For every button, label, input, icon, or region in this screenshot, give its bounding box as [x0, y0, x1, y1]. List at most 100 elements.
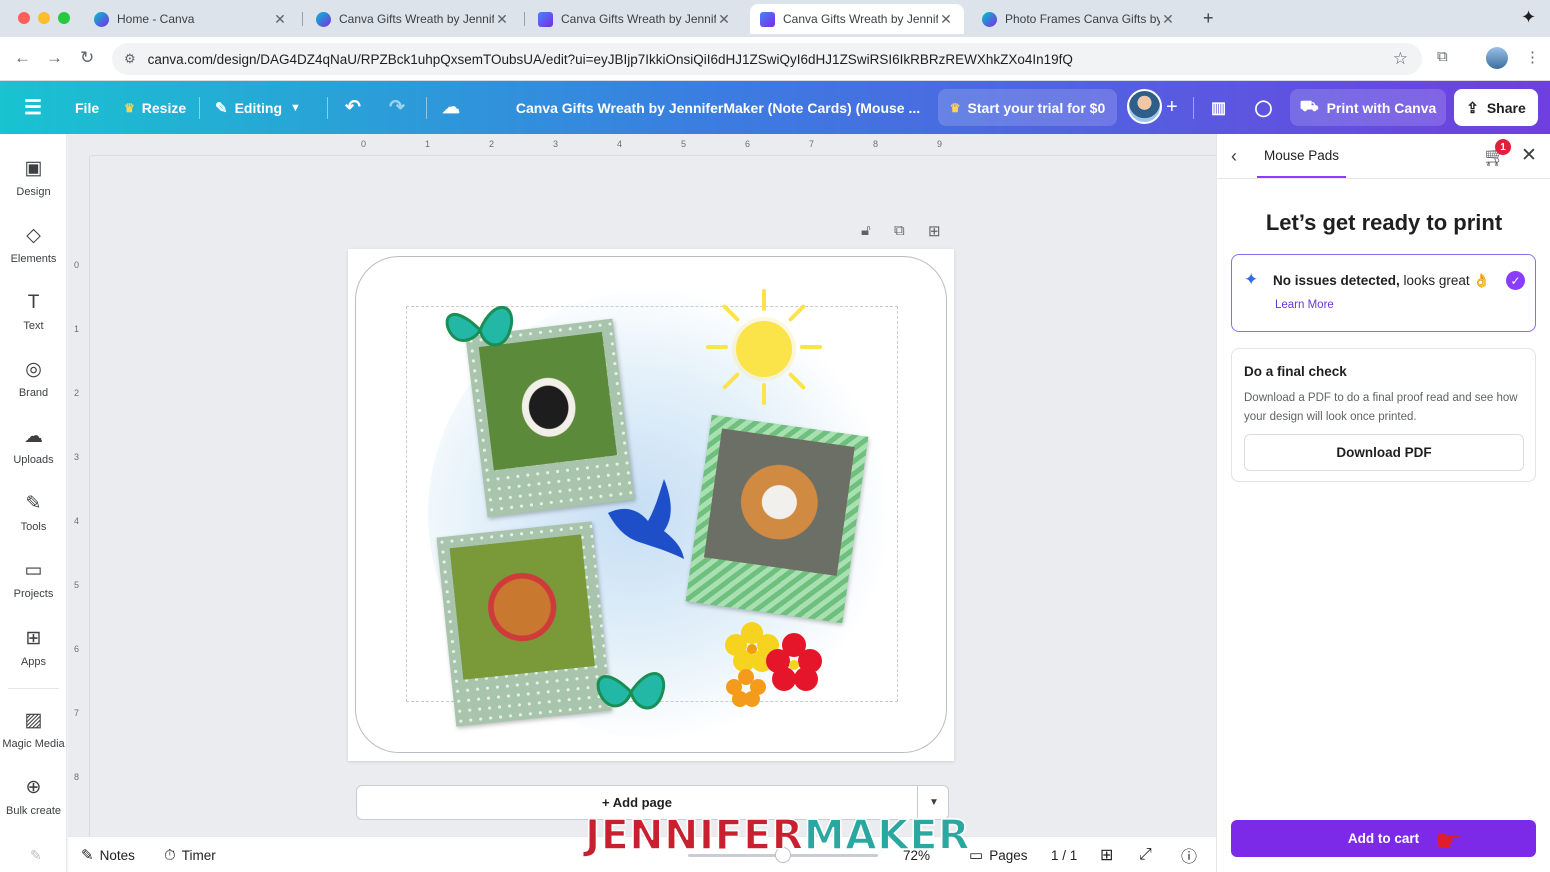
invite-button[interactable]: +: [1166, 81, 1178, 134]
gemini-sparkle-icon[interactable]: ✦: [1521, 7, 1536, 28]
save-status-button[interactable]: ☁: [442, 81, 460, 134]
browser-tab-photo-frames[interactable]: Photo Frames Canva Gifts by JenniferMake…: [972, 4, 1186, 34]
close-tab-icon[interactable]: ✕: [272, 11, 288, 28]
document-title[interactable]: Canva Gifts Wreath by JenniferMaker (Not…: [500, 81, 936, 134]
sun-ray: [800, 345, 822, 349]
trial-label: Start your trial for $0: [967, 99, 1106, 116]
notes-button[interactable]: ✎ Notes: [81, 837, 135, 872]
bird-icon[interactable]: [604, 477, 686, 563]
check-icon: ✓: [1506, 271, 1525, 290]
help-icon[interactable]: ⓘ: [1181, 837, 1197, 872]
sidebar-item-label: Projects: [13, 588, 54, 600]
file-menu-button[interactable]: File: [75, 81, 99, 134]
ruler-tick: 6: [745, 139, 751, 149]
url-omnibox[interactable]: ⚙ canva.com/design/DAG4DZ4qNaU/RPZBck1uh…: [112, 43, 1422, 75]
tab-separator: [302, 12, 303, 26]
duplicate-page-icon[interactable]: ⧉: [894, 222, 905, 239]
ruler-tick: 7: [809, 139, 815, 149]
back-arrow-icon[interactable]: ←: [14, 48, 31, 68]
minimize-window-button[interactable]: [38, 12, 50, 24]
tab-mouse-pads[interactable]: Mouse Pads: [1257, 134, 1346, 178]
maximize-window-button[interactable]: [58, 12, 70, 24]
plus-icon: +: [1166, 96, 1178, 118]
share-button[interactable]: ⇪ Share: [1454, 89, 1538, 126]
learn-more-link[interactable]: Learn More: [1275, 299, 1334, 311]
add-page-icon[interactable]: ⊞: [928, 222, 941, 240]
sidebar-item-tools[interactable]: ✎ Tools: [0, 483, 67, 543]
close-tab-icon[interactable]: ✕: [1160, 11, 1176, 28]
sidebar-item-label: Tools: [20, 521, 47, 533]
ruler-tick: 1: [74, 324, 80, 334]
page-count[interactable]: 1 / 1: [1051, 837, 1077, 872]
sidebar-item-apps[interactable]: ⊞ Apps: [0, 618, 67, 678]
start-trial-button[interactable]: ♛ Start your trial for $0: [938, 89, 1117, 126]
sidebar-item-uploads[interactable]: ☁ Uploads: [0, 416, 67, 476]
site-settings-icon[interactable]: ⚙: [124, 51, 136, 67]
issues-card: ✦ No issues detected, looks great 👌 Lear…: [1231, 254, 1536, 332]
timer-button[interactable]: ⏱ Timer: [164, 837, 216, 872]
left-sidebar: ▣ Design ◇ Elements T Text ◎ Brand ☁ Upl…: [0, 134, 67, 872]
flowers-icon[interactable]: [722, 615, 832, 709]
sidebar-item-label: Design: [16, 186, 51, 198]
add-to-cart-button[interactable]: Add to cart: [1231, 820, 1536, 857]
ruler-tick: 7: [74, 708, 80, 718]
comments-button[interactable]: ◯: [1245, 89, 1282, 126]
sidebar-item-brand[interactable]: ◎ Brand: [0, 349, 67, 409]
sidebar-item-magic-media[interactable]: ▨ Magic Media: [0, 700, 67, 760]
timer-label: Timer: [181, 847, 216, 863]
tab-search-icon[interactable]: ⧉: [1437, 48, 1448, 65]
design-page[interactable]: [348, 249, 954, 761]
uploads-icon: ☁: [24, 426, 43, 447]
close-tab-icon[interactable]: ✕: [716, 11, 732, 28]
pages-button[interactable]: ▭ Pages: [969, 837, 1027, 872]
sidebar-item-bulk-create[interactable]: ⊕ Bulk create: [0, 767, 67, 827]
tab-title: Home - Canva: [117, 12, 195, 26]
fullscreen-icon[interactable]: ⤢: [1139, 837, 1152, 872]
hamburger-icon: ☰: [24, 97, 42, 119]
share-upload-icon: ⇪: [1466, 99, 1479, 117]
reload-icon[interactable]: ↻: [80, 48, 94, 68]
forward-arrow-icon[interactable]: →: [46, 48, 63, 68]
browser-tab-wreath-1[interactable]: Canva Gifts Wreath by JenniferMaker ✕: [306, 4, 520, 34]
print-with-canva-button[interactable]: ⛟ Print with Canva: [1290, 89, 1446, 126]
vertical-ruler: 0 1 2 3 4 5 6 7 8: [68, 156, 90, 836]
insights-button[interactable]: ▥: [1200, 89, 1237, 126]
editing-mode-button[interactable]: ✎ Editing ▼: [215, 81, 301, 134]
sidebar-item-elements[interactable]: ◇ Elements: [0, 215, 67, 275]
redo-button[interactable]: ↷: [389, 81, 405, 134]
new-tab-button[interactable]: +: [1203, 8, 1214, 29]
photo-frame-cat[interactable]: [685, 414, 869, 624]
more-menu-icon[interactable]: ⋮: [1525, 48, 1540, 66]
resize-button[interactable]: ♛ Resize: [124, 81, 186, 134]
sidebar-item-label: Text: [23, 320, 44, 332]
profile-avatar[interactable]: [1486, 47, 1508, 69]
ruler-tick: 5: [681, 139, 687, 149]
close-window-button[interactable]: [18, 12, 30, 24]
back-chevron-icon[interactable]: ‹: [1231, 146, 1237, 167]
butterfly-icon[interactable]: [440, 295, 520, 365]
butterfly-icon[interactable]: [591, 657, 671, 723]
close-icon[interactable]: ✕: [1521, 144, 1537, 167]
sidebar-item-design[interactable]: ▣ Design: [0, 148, 67, 208]
close-tab-icon[interactable]: ✕: [494, 11, 510, 28]
browser-tab-wreath-2[interactable]: Canva Gifts Wreath by JenniferMaker ✕: [528, 4, 742, 34]
lock-icon[interactable]: 🔓︎: [861, 222, 871, 239]
main-menu-button[interactable]: ☰: [24, 81, 42, 134]
browser-tab-wreath-active[interactable]: Canva Gifts Wreath by JenniferMaker ✕: [750, 4, 964, 34]
print-panel: ‹ Mouse Pads 🛒︎ 1 ✕ Let’s get ready to p…: [1216, 134, 1550, 872]
sidebar-item-projects[interactable]: ▭ Projects: [0, 550, 67, 610]
grid-view-icon[interactable]: ⊞: [1100, 837, 1113, 872]
close-tab-icon[interactable]: ✕: [938, 11, 954, 28]
bookmark-star-icon[interactable]: ☆: [1393, 49, 1408, 69]
undo-button[interactable]: ↶: [345, 81, 361, 134]
user-avatar[interactable]: [1127, 89, 1162, 124]
dog-photo: [449, 534, 595, 680]
sidebar-item-text[interactable]: T Text: [0, 282, 67, 342]
tools-icon: ✎: [25, 493, 42, 514]
url-text[interactable]: canva.com/design/DAG4DZ4qNaU/RPZBck1uhpQ…: [148, 52, 1393, 67]
download-pdf-button[interactable]: Download PDF: [1244, 434, 1524, 471]
browser-tab-home[interactable]: Home - Canva ✕: [84, 4, 298, 34]
pointer-hand-icon: ☛: [1435, 825, 1462, 858]
magic-wand-icon[interactable]: ✎: [30, 837, 42, 872]
photo-frame-dog-2[interactable]: [436, 521, 612, 727]
